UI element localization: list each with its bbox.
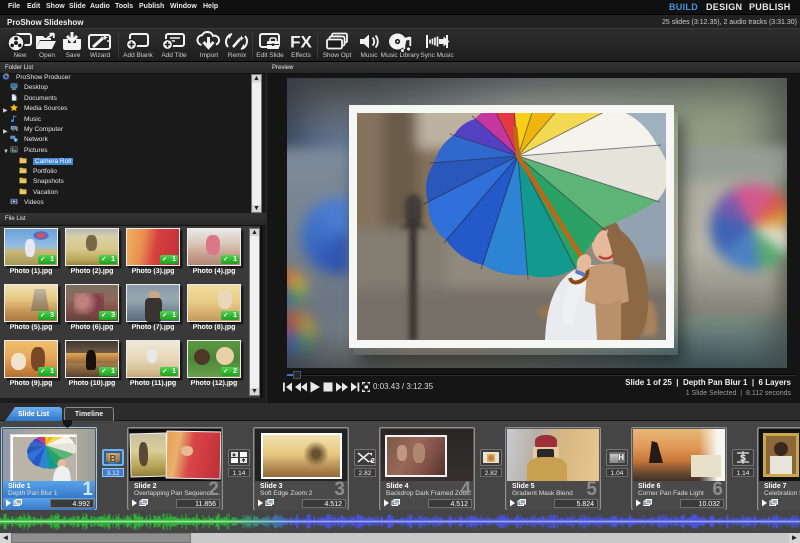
svg-text:2: 2 bbox=[371, 458, 375, 465]
